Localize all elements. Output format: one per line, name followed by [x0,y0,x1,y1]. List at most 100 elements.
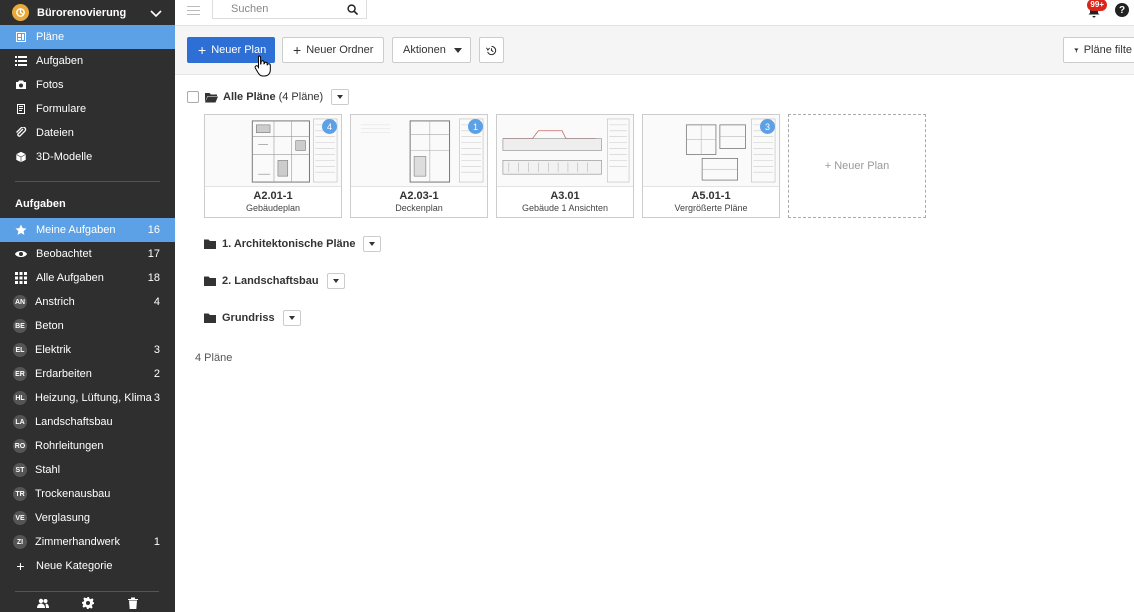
new-plan-card[interactable]: + Neuer Plan [788,114,926,218]
folder-dropdown[interactable] [363,236,382,252]
nav-item-tasks[interactable]: Aufgaben [0,49,175,73]
plan-code: A2.03-1 [399,190,439,202]
folder-icon [204,239,216,249]
new-category-button[interactable]: + Neue Kategorie [0,554,175,578]
sidebar-item-count: 4 [153,296,160,308]
category-badge: VE [13,511,27,525]
pin-count-badge: 4 [322,119,337,134]
sidebar-item-rohrleitungen[interactable]: RO Rohrleitungen [0,434,175,458]
sidebar-item-elektrik[interactable]: EL Elektrik 3 [0,338,175,362]
pin-count-badge: 3 [760,119,775,134]
nav-item-3d-models[interactable]: 3D-Modelle [0,145,175,169]
plan-cards: 4 A2.01-1 Gebäudeplan 1 A2.03-1 Deckenpl… [204,114,926,218]
plan-card[interactable]: 4 A2.01-1 Gebäudeplan [204,114,342,218]
chevron-down-icon[interactable] [149,6,163,20]
sidebar-item-label: Landschaftsbau [35,416,113,428]
search-icon[interactable] [347,3,358,15]
nav-item-forms[interactable]: Formulare [0,97,175,121]
plan-thumbnail [497,115,633,187]
sidebar-item-label: Erdarbeiten [35,368,92,380]
nav-item-photos[interactable]: Fotos [0,73,175,97]
nav-item-label: Pläne [36,31,65,43]
all-plans-title: Alle Pläne [223,91,276,103]
category-badge: ST [13,463,27,477]
nav-item-files[interactable]: Dateien [0,121,175,145]
caret-down-icon [332,279,339,283]
sidebar-item-watched[interactable]: Beobachtet 17 [0,242,175,266]
star-icon [14,224,27,237]
sidebar-item-landschaftsbau[interactable]: LA Landschaftsbau [0,410,175,434]
actions-label: Aktionen [403,44,446,56]
filter-plans-button[interactable]: Pläne filte [1063,37,1134,63]
topbar: 99+ ? [175,0,1134,26]
sidebar-item-hvac[interactable]: HL Heizung, Lüftung, Klima 3 [0,386,175,410]
category-badge: ZI [13,535,27,549]
folder-title: 2. Landschaftsbau [222,275,319,287]
nav-item-label: Fotos [36,79,64,91]
plan-card[interactable]: 3 A5.01-1 Vergrößerte Pläne [642,114,780,218]
plan-card[interactable]: A3.01 Gebäude 1 Ansichten [496,114,634,218]
new-folder-button[interactable]: + Neuer Ordner [282,37,384,63]
sidebar-item-beton[interactable]: BE Beton [0,314,175,338]
project-name: Bürorenovierung [37,6,127,19]
sidebar-item-my-tasks[interactable]: Meine Aufgaben 16 [0,218,175,242]
sidebar-item-label: Meine Aufgaben [36,224,116,236]
plans-icon [14,31,27,44]
select-all-checkbox[interactable] [187,91,199,103]
sidebar-item-anstrich[interactable]: AN Anstrich 4 [0,290,175,314]
plan-thumbnail [643,115,779,187]
all-plans-header: Alle Pläne (4 Pläne) [187,89,350,105]
folder-dropdown[interactable] [326,273,345,289]
nav-item-label: Dateien [36,127,74,139]
plan-code: A3.01 [550,190,580,202]
plan-code: A5.01-1 [691,190,731,202]
sidebar-item-zimmerhandwerk[interactable]: ZI Zimmerhandwerk 1 [0,530,175,554]
sidebar-item-label: Stahl [35,464,61,476]
sidebar-item-label: Anstrich [35,296,75,308]
sidebar-item-count: 1 [153,536,160,548]
users-icon[interactable] [36,597,49,612]
list-icon [14,55,27,68]
actions-dropdown[interactable]: Aktionen [392,37,471,63]
sidebar-item-label: Elektrik [35,344,72,356]
new-plan-card-label: + Neuer Plan [824,160,890,172]
folder-row[interactable]: Grundriss [204,310,301,326]
sidebar-item-label: Beton [35,320,64,332]
sidebar-item-count: 3 [153,344,160,356]
folder-row[interactable]: 1. Architektonische Pläne [204,236,382,252]
search-input[interactable] [231,3,347,15]
plan-card[interactable]: 1 A2.03-1 Deckenplan [350,114,488,218]
toolbar: + Neuer Plan + Neuer Ordner Aktionen Plä… [175,26,1134,75]
all-plans-dropdown[interactable] [331,89,350,105]
sidebar-item-trockenausbau[interactable]: TR Trockenausbau [0,482,175,506]
sidebar-item-all-tasks[interactable]: Alle Aufgaben 18 [0,266,175,290]
sidebar-item-verglasung[interactable]: VE Verglasung [0,506,175,530]
history-button[interactable] [479,37,504,63]
category-badge: LA [13,415,27,429]
project-switcher[interactable]: Bürorenovierung [0,0,175,25]
nav-item-plans[interactable]: Pläne [0,25,175,49]
sidebar-item-erdarbeiten[interactable]: ER Erdarbeiten 2 [0,362,175,386]
plan-code: A2.01-1 [253,190,293,202]
sidebar-item-count: 2 [153,368,160,380]
main-nav: Pläne Aufgaben Fotos Formulare Dateien 3… [0,25,175,169]
trash-icon[interactable] [127,597,139,612]
folder-title: 1. Architektonische Pläne [222,238,356,250]
help-icon[interactable]: ? [1115,3,1129,17]
pin-count-badge: 1 [468,119,483,134]
nav-item-label: 3D-Modelle [36,151,93,163]
folder-row[interactable]: 2. Landschaftsbau [204,273,345,289]
menu-icon[interactable] [187,6,200,16]
grid-icon [14,272,27,285]
new-folder-label: Neuer Ordner [306,44,374,56]
folder-dropdown[interactable] [282,310,301,326]
plan-description: Deckenplan [395,203,443,213]
gear-icon[interactable] [81,597,94,612]
plans-total-count: 4 Pläne [195,352,233,364]
notification-badge: 99+ [1087,0,1107,11]
plus-icon: + [16,558,25,574]
divider [15,181,160,182]
folder-title: Grundriss [222,312,275,324]
sidebar-item-stahl[interactable]: ST Stahl [0,458,175,482]
sidebar-item-count: 16 [147,224,160,236]
